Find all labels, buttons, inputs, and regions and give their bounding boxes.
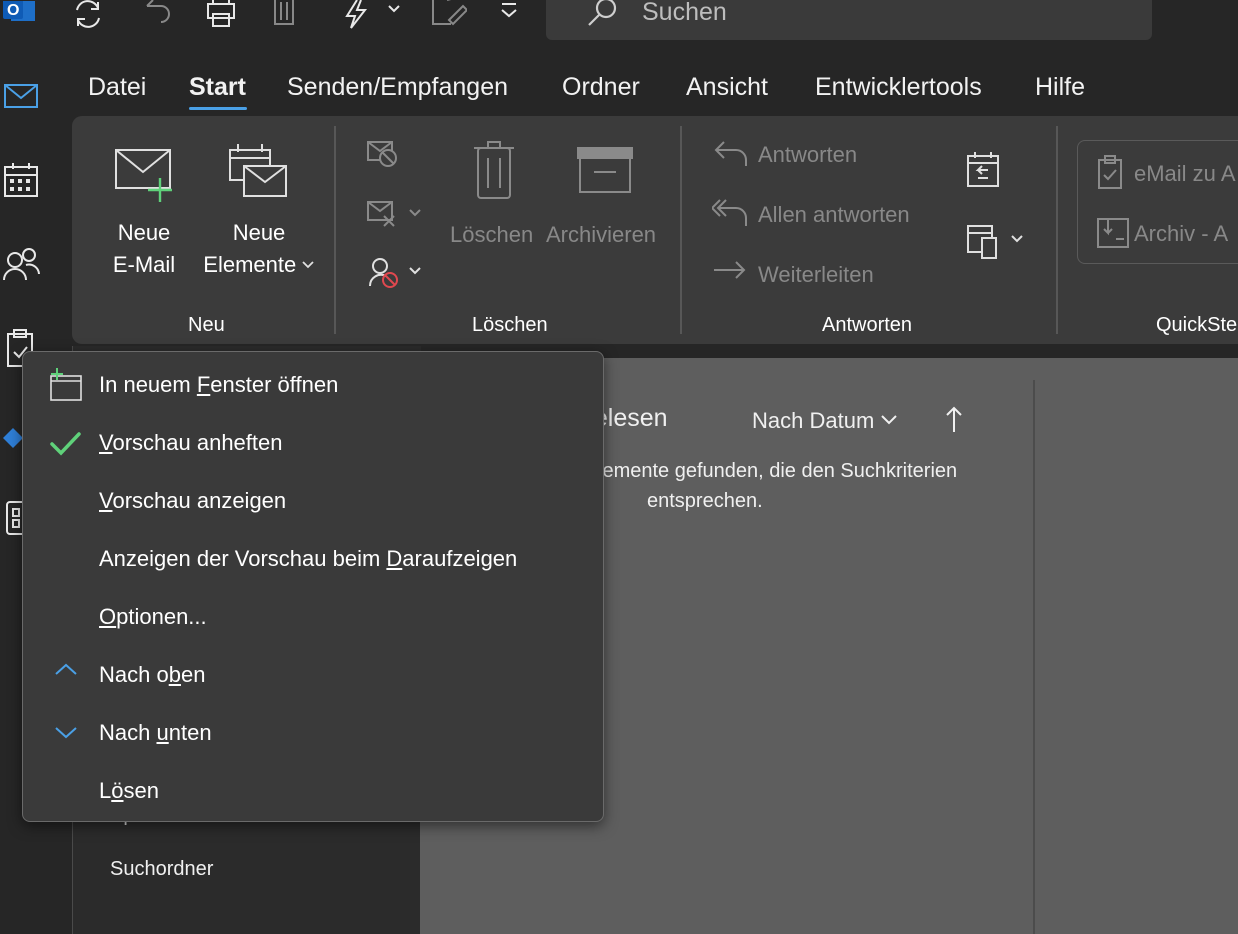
title-bar: O Suchen <box>0 0 1238 56</box>
chevron-up-icon <box>49 658 83 692</box>
print-icon[interactable] <box>202 0 240 30</box>
reply-button[interactable]: Antworten <box>758 142 857 168</box>
undo-icon[interactable] <box>138 0 174 30</box>
chevron-down-icon <box>301 259 315 276</box>
menu-item-label: Nach oben <box>99 662 206 687</box>
tab-entwicklertools[interactable]: Entwicklertools <box>815 73 982 102</box>
sync-icon[interactable] <box>70 0 106 30</box>
group-label-loeschen: Löschen <box>472 314 548 336</box>
menu-item-label: In neuem Fenster öffnen <box>99 372 339 397</box>
tab-datei[interactable]: Datei <box>88 73 146 102</box>
tab-senden-empfangen[interactable]: Senden/Empfangen <box>287 73 508 102</box>
menu-item-pin-preview[interactable]: Vorschau anheften <box>23 414 603 472</box>
calendar-icon[interactable] <box>2 160 40 200</box>
tab-ansicht[interactable]: Ansicht <box>686 73 768 102</box>
menu-item-options[interactable]: Optionen... <box>23 588 603 646</box>
menu-item-show-preview[interactable]: Vorschau anzeigen <box>23 472 603 530</box>
chevron-down-icon <box>49 716 83 750</box>
sort-direction-icon[interactable] <box>942 404 966 439</box>
svg-text:O: O <box>7 2 19 19</box>
group-separator <box>1056 126 1058 334</box>
trash-icon <box>472 140 516 205</box>
sort-dropdown[interactable]: Nach Datum <box>752 408 899 434</box>
group-label-neu: Neu <box>188 314 225 336</box>
reply-icon <box>712 138 750 173</box>
customize-toolbar-icon[interactable] <box>498 0 520 30</box>
ribbon: Neue E-Mail Neue Elemente Neu Löschen Ar… <box>72 116 1238 344</box>
active-tab-indicator <box>189 107 247 110</box>
people-icon[interactable] <box>2 244 40 284</box>
reading-pane-divider[interactable] <box>1033 380 1035 934</box>
new-window-icon <box>49 368 83 402</box>
new-items-icon <box>226 140 292 209</box>
forward-icon <box>712 258 750 291</box>
archive-icon <box>576 146 636 201</box>
menu-item-preview-on-hover[interactable]: Anzeigen der Vorschau beim Daraufzeigen <box>23 530 603 588</box>
reply-all-button[interactable]: Allen antworten <box>758 202 910 228</box>
sort-label: Nach Datum <box>752 408 875 433</box>
menu-item-label: Nach unten <box>99 720 212 745</box>
clipboard-icon <box>1096 155 1126 196</box>
menu-item-label: Vorschau anzeigen <box>99 488 287 513</box>
empty-message-line1: lemente gefunden, die den Suchkriterien <box>598 460 958 482</box>
new-items-label-line1: Neue <box>232 220 286 245</box>
empty-message-line2: entsprechen. <box>647 490 763 512</box>
compose-icon[interactable] <box>428 0 468 30</box>
chevron-down-icon <box>879 415 899 432</box>
quicksteps-gallery[interactable]: eMail zu A Archiv - A <box>1077 140 1238 264</box>
forward-button[interactable]: Weiterleiten <box>758 262 874 288</box>
new-mail-label-line2: E-Mail <box>112 252 176 277</box>
checkmark-icon <box>49 426 83 460</box>
group-separator <box>334 126 336 334</box>
new-mail-label-line1: Neue <box>117 220 171 245</box>
archive-move-icon <box>1096 215 1130 254</box>
delete-icon[interactable] <box>270 0 300 30</box>
new-items-button[interactable]: Neue Elemente <box>194 220 324 286</box>
tab-hilfe[interactable]: Hilfe <box>1035 73 1085 102</box>
tab-start[interactable]: Start <box>189 73 246 102</box>
reply-all-icon <box>710 196 750 233</box>
menu-item-remove[interactable]: Lösen <box>23 762 603 820</box>
menu-item-label: Lösen <box>99 778 159 803</box>
menu-item-open-new-window[interactable]: In neuem Fenster öffnen <box>23 356 603 414</box>
more-reply-icon[interactable] <box>966 220 1030 265</box>
folder-search-folders[interactable]: Suchordner <box>110 858 213 881</box>
search-placeholder: Suchen <box>642 0 727 26</box>
quickstep-email-to[interactable]: eMail zu A <box>1134 161 1236 187</box>
cleanup-icon[interactable] <box>366 198 422 235</box>
quick-steps-icon[interactable] <box>340 0 402 30</box>
ignore-icon[interactable] <box>366 138 402 175</box>
group-label-antworten: Antworten <box>822 314 913 336</box>
context-menu: In neuem Fenster öffnen Vorschau anhefte… <box>22 351 604 822</box>
menu-item-label: Optionen... <box>99 604 207 629</box>
tab-ordner[interactable]: Ordner <box>562 73 640 102</box>
menu-item-label: Vorschau anheften <box>99 430 283 455</box>
menu-item-label: Anzeigen der Vorschau beim Daraufzeigen <box>99 546 518 571</box>
search-box[interactable]: Suchen <box>546 0 1152 40</box>
new-mail-button[interactable]: Neue E-Mail <box>100 220 188 286</box>
quickstep-archive[interactable]: Archiv - A <box>1134 221 1228 247</box>
outlook-logo-icon: O <box>0 0 38 30</box>
menu-item-move-down[interactable]: Nach unten <box>23 704 603 762</box>
menu-item-move-up[interactable]: Nach oben <box>23 646 603 704</box>
mail-icon[interactable] <box>2 76 40 116</box>
search-icon <box>584 0 620 37</box>
group-label-quicksteps: QuickSte <box>1156 314 1238 336</box>
archive-button[interactable]: Archivieren <box>546 222 656 248</box>
junk-icon[interactable] <box>366 254 422 295</box>
meeting-reply-icon[interactable] <box>966 150 1006 195</box>
delete-button[interactable]: Löschen <box>450 222 533 248</box>
new-items-label-line2: Elemente <box>203 252 297 277</box>
new-mail-icon <box>112 144 178 209</box>
group-separator <box>680 126 682 334</box>
